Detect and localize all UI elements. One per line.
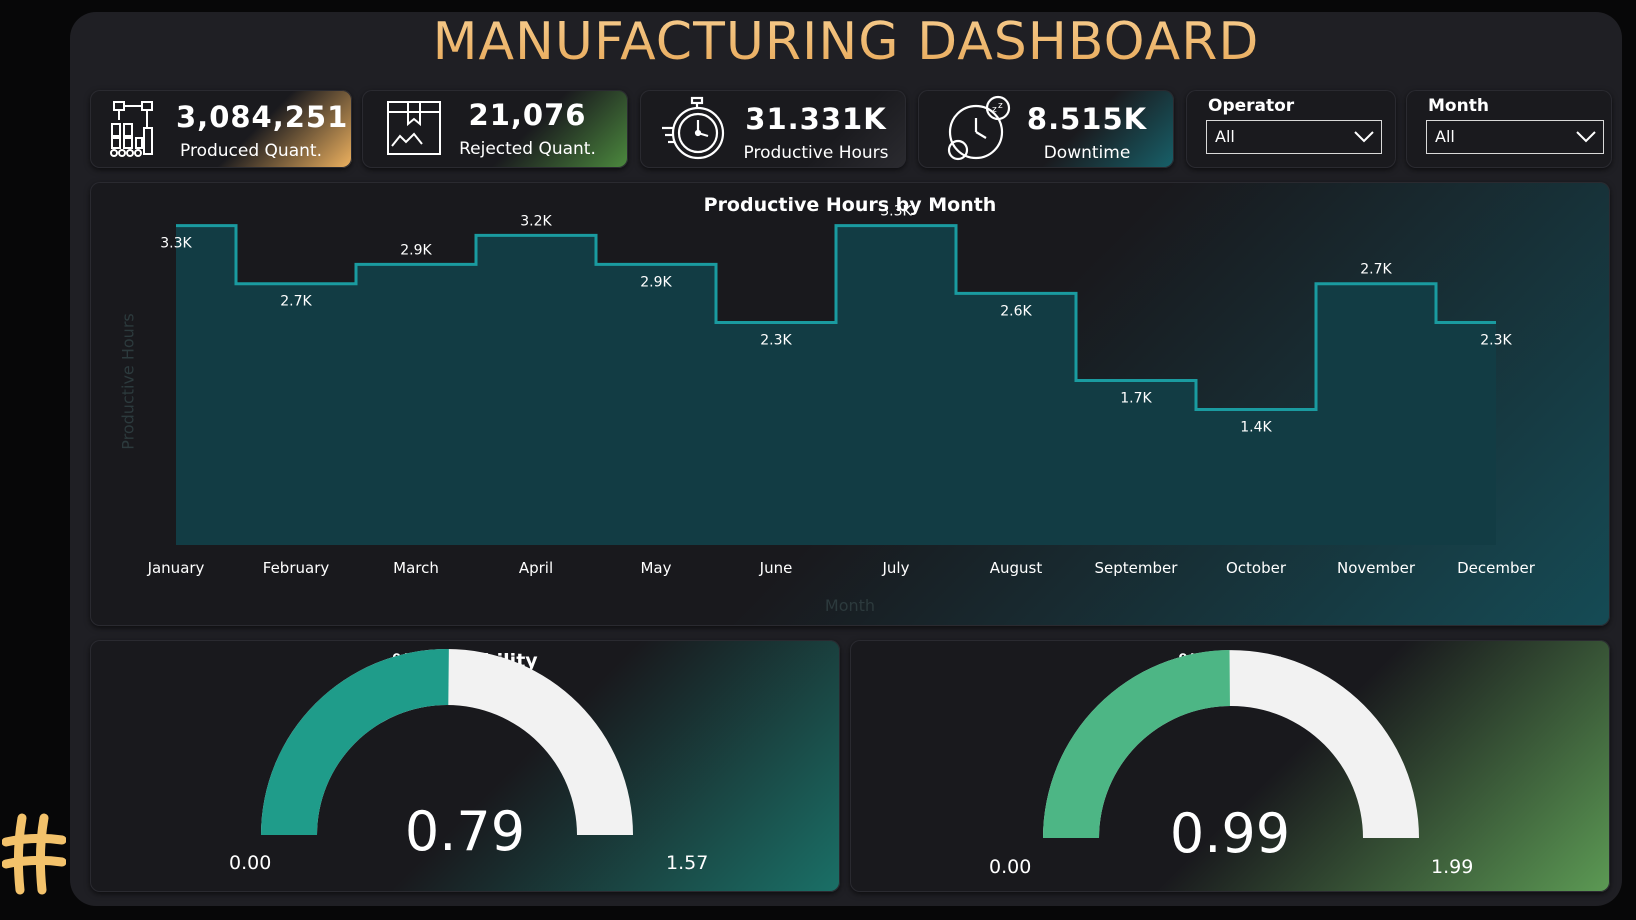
kpi-label: Downtime xyxy=(1043,143,1131,163)
data-label: 3.2K xyxy=(520,213,552,229)
gauge-value: 0.99 xyxy=(1169,802,1291,865)
chevron-down-icon xyxy=(1576,131,1596,143)
chevron-down-icon xyxy=(1354,131,1374,143)
sleep-clock-icon: z z xyxy=(947,95,1011,161)
operator-slicer: Operator All xyxy=(1186,90,1396,168)
data-label: 2.3K xyxy=(1480,332,1512,348)
chart-plot: 3.3K January 2.7K February 2.9K March 3.2K Apri… xyxy=(147,204,1536,577)
x-tick-label: April xyxy=(519,559,553,577)
kpi-card-produced[interactable]: 3,084,251 Produced Quant. xyxy=(90,90,352,168)
data-label: 1.4K xyxy=(1240,420,1272,436)
kpi-card-rejected[interactable]: 21,076 Rejected Quant. xyxy=(362,90,628,168)
x-tick-label: December xyxy=(1457,559,1536,577)
slicer-title: Month xyxy=(1428,96,1489,116)
damaged-box-icon xyxy=(387,101,441,155)
x-tick-label: March xyxy=(393,559,439,577)
operator-dropdown[interactable]: All xyxy=(1206,120,1382,154)
svg-text:z: z xyxy=(992,105,997,115)
dashboard-title: MANUFACTURING DASHBOARD xyxy=(70,12,1622,72)
x-tick-label: September xyxy=(1095,559,1179,577)
month-dropdown[interactable]: All xyxy=(1426,120,1604,154)
data-label: 1.7K xyxy=(1120,391,1152,407)
productive-hours-chart-card: Productive Hours by Month Productive Hou… xyxy=(90,182,1610,626)
data-label: 2.9K xyxy=(640,274,672,290)
x-tick-label: October xyxy=(1226,559,1287,577)
data-label: 3.3K xyxy=(880,204,912,220)
data-label: 2.7K xyxy=(1360,262,1392,278)
dropdown-value: All xyxy=(1435,127,1455,146)
kpi-value: 3,084,251 xyxy=(176,100,349,134)
x-tick-label: June xyxy=(759,559,793,577)
kpi-card-downtime[interactable]: z z 8.515K Downtime xyxy=(918,90,1174,168)
month-slicer: Month All xyxy=(1406,90,1612,168)
robot-arm-icon xyxy=(110,101,153,157)
x-tick-label: July xyxy=(882,559,910,577)
gauge-value: 0.79 xyxy=(404,800,526,863)
data-label: 2.7K xyxy=(280,294,312,310)
availability-gauge-card: % Availability 0.79 0.00 1.57 xyxy=(90,640,840,892)
hashtag-logo-icon xyxy=(2,813,66,895)
gauge-max: 1.57 xyxy=(666,852,709,874)
data-label: 2.3K xyxy=(760,332,792,348)
data-label: 3.3K xyxy=(160,236,192,252)
stopwatch-icon xyxy=(662,96,725,160)
kpi-value: 8.515K xyxy=(1026,102,1148,136)
dropdown-value: All xyxy=(1215,127,1235,146)
slicer-title: Operator xyxy=(1208,96,1295,116)
kpi-label: Productive Hours xyxy=(743,143,889,163)
kpi-card-productive-hours[interactable]: 31.331K Productive Hours xyxy=(640,90,906,168)
kpi-label: Rejected Quant. xyxy=(459,139,596,159)
data-label: 2.9K xyxy=(400,242,432,258)
svg-text:z: z xyxy=(998,101,1003,111)
x-tick-label: May xyxy=(640,559,671,577)
gauge-min: 0.00 xyxy=(229,852,272,874)
gauge-min: 0.00 xyxy=(989,856,1032,878)
data-label: 2.6K xyxy=(1000,303,1032,319)
kpi-value: 31.331K xyxy=(745,102,887,136)
x-tick-label: January xyxy=(147,559,205,577)
quality-gauge-card: % Quality 0.99 0.00 1.99 xyxy=(850,640,1610,892)
x-tick-label: August xyxy=(990,559,1043,577)
x-tick-label: February xyxy=(263,559,330,577)
x-tick-label: November xyxy=(1337,559,1416,577)
kpi-value: 21,076 xyxy=(468,98,587,132)
gauge-max: 1.99 xyxy=(1431,856,1474,878)
kpi-label: Produced Quant. xyxy=(180,141,322,161)
